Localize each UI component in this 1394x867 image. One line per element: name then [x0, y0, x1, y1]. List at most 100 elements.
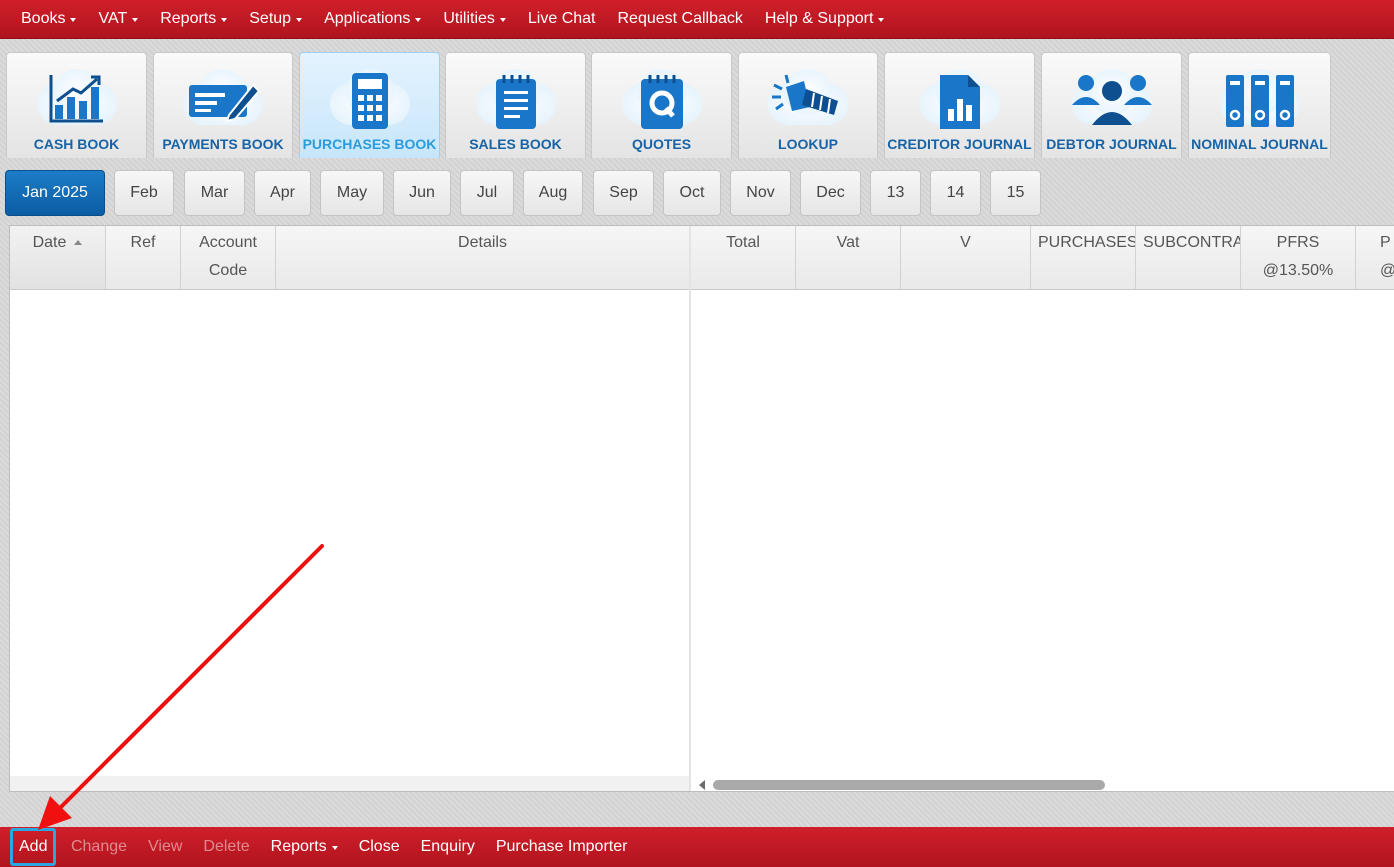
quotes-label: QUOTES: [631, 136, 692, 152]
period-tab-feb[interactable]: Feb: [114, 170, 174, 216]
column-header-subcontra[interactable]: SUBCONTRA: [1136, 226, 1241, 289]
nominal-journal-label: NOMINAL JOURNAL: [1191, 136, 1328, 152]
menu-applications[interactable]: Applications: [313, 10, 432, 28]
menu-reports-label: Reports: [160, 10, 217, 27]
period-tab-aug[interactable]: Aug: [523, 170, 583, 216]
caret-down-icon: [221, 18, 228, 22]
menu-books[interactable]: Books: [10, 10, 87, 28]
menu-request-callback-label: Request Callback: [617, 10, 743, 27]
top-menu-bar: Books VAT Reports Setup Applications Uti…: [0, 0, 1394, 39]
menu-live-chat[interactable]: Live Chat: [517, 10, 607, 28]
caret-down-icon: [296, 18, 303, 22]
menu-vat[interactable]: VAT: [87, 10, 149, 28]
column-p-rate: @2: [1380, 257, 1394, 285]
caret-down-icon: [132, 18, 139, 22]
lookup-button[interactable]: LOOKUP: [738, 52, 878, 158]
add-button[interactable]: Add: [10, 828, 57, 866]
column-v-label: V: [960, 234, 971, 251]
scroll-left-arrow-icon[interactable]: [699, 780, 705, 790]
period-tab-apr[interactable]: Apr: [254, 170, 311, 216]
column-header-details[interactable]: Details: [276, 226, 690, 289]
column-header-pfrs[interactable]: PFRS @13.50%: [1241, 226, 1356, 289]
purchase-importer-button[interactable]: Purchase Importer: [485, 838, 638, 856]
cash-book-label: CASH BOOK: [33, 136, 120, 152]
column-header-ref[interactable]: Ref: [106, 226, 181, 289]
horizontal-scrollbar[interactable]: [691, 776, 1394, 791]
binders-icon: [1225, 75, 1294, 127]
period-tab-jul[interactable]: Jul: [460, 170, 514, 216]
view-button[interactable]: View: [138, 838, 193, 856]
quotes-button[interactable]: QUOTES: [591, 52, 732, 158]
column-pfrs-rate: @13.50%: [1262, 262, 1334, 279]
sales-book-button[interactable]: SALES BOOK: [445, 52, 586, 158]
lookup-label: LOOKUP: [778, 136, 838, 152]
scrollbar-thumb[interactable]: [713, 780, 1105, 790]
menu-request-callback[interactable]: Request Callback: [607, 10, 754, 28]
cloud-badge: [762, 65, 854, 127]
creditor-journal-button[interactable]: CREDITOR JOURNAL: [884, 52, 1035, 158]
purchases-book-label: PURCHASES BOOK: [302, 136, 437, 152]
reports-button[interactable]: Reports: [260, 838, 348, 856]
column-p-label: P: [1380, 234, 1391, 251]
column-details-label: Details: [458, 234, 507, 251]
cloud-badge: [914, 65, 1006, 129]
period-tab-13[interactable]: 13: [870, 170, 921, 216]
column-header-purchases[interactable]: PURCHASES: [1031, 226, 1136, 289]
cloud-badge: [470, 65, 562, 129]
period-tab-15[interactable]: 15: [990, 170, 1041, 216]
cash-book-button[interactable]: CASH BOOK: [6, 52, 147, 158]
menu-help-support[interactable]: Help & Support: [754, 10, 896, 28]
cloud-badge: [177, 65, 269, 127]
menu-utilities[interactable]: Utilities: [432, 10, 517, 28]
bar-chart-document-icon: [939, 75, 980, 129]
calculator-icon: [351, 73, 388, 129]
grid-header: Date Ref Account Code Details Total Vat V…: [10, 226, 1394, 290]
bottom-action-bar: Add Change View Delete Reports Close Enq…: [0, 827, 1394, 867]
period-tab-may[interactable]: May: [320, 170, 384, 216]
column-header-p[interactable]: P @2: [1356, 226, 1394, 289]
debtor-journal-button[interactable]: DEBTOR JOURNAL: [1041, 52, 1182, 158]
column-header-v[interactable]: V: [901, 226, 1031, 289]
period-tab-jun[interactable]: Jun: [393, 170, 451, 216]
payments-book-button[interactable]: PAYMENTS BOOK: [153, 52, 293, 158]
column-header-total[interactable]: Total: [691, 226, 796, 289]
column-total-label: Total: [726, 234, 760, 251]
menu-setup[interactable]: Setup: [238, 10, 313, 28]
creditor-journal-label: CREDITOR JOURNAL: [887, 136, 1032, 152]
period-tab-oct[interactable]: Oct: [663, 170, 721, 216]
caret-down-icon: [331, 846, 338, 850]
cloud-badge: [324, 65, 416, 129]
payments-book-label: PAYMENTS BOOK: [162, 136, 284, 152]
period-tab-14[interactable]: 14: [930, 170, 981, 216]
menu-reports[interactable]: Reports: [149, 10, 238, 28]
menu-utilities-label: Utilities: [443, 10, 495, 27]
enquiry-button[interactable]: Enquiry: [410, 838, 485, 856]
column-header-vat[interactable]: Vat: [796, 226, 901, 289]
menu-vat-label: VAT: [98, 10, 128, 27]
purchases-book-button[interactable]: PURCHASES BOOK: [299, 52, 440, 158]
column-account-label-2: Code: [208, 262, 248, 279]
period-tab-mar[interactable]: Mar: [184, 170, 245, 216]
debtor-journal-label: DEBTOR JOURNAL: [1046, 136, 1177, 152]
cloud-badge: [1214, 65, 1306, 127]
close-button[interactable]: Close: [348, 838, 410, 856]
caret-down-icon: [415, 18, 422, 22]
column-purchases-label: PURCHASES: [1038, 234, 1136, 251]
column-header-account-code[interactable]: Account Code: [181, 226, 276, 289]
notepad-icon: [495, 75, 536, 129]
menu-setup-label: Setup: [249, 10, 292, 27]
column-header-date[interactable]: Date: [10, 226, 106, 289]
delete-button[interactable]: Delete: [193, 838, 260, 856]
period-tab-dec[interactable]: Dec: [800, 170, 861, 216]
change-button[interactable]: Change: [60, 838, 137, 856]
period-tab-sep[interactable]: Sep: [593, 170, 654, 216]
period-tab-jan-2025[interactable]: Jan 2025: [5, 170, 105, 216]
sort-ascending-icon: [74, 240, 83, 246]
nominal-journal-button[interactable]: NOMINAL JOURNAL: [1188, 52, 1331, 158]
column-account-label: Account: [199, 234, 257, 251]
period-tab-nov[interactable]: Nov: [730, 170, 791, 216]
cloud-badge: [616, 65, 708, 129]
column-date-label: Date: [32, 234, 67, 251]
column-vat-label: Vat: [836, 234, 860, 251]
caret-down-icon: [70, 18, 77, 22]
